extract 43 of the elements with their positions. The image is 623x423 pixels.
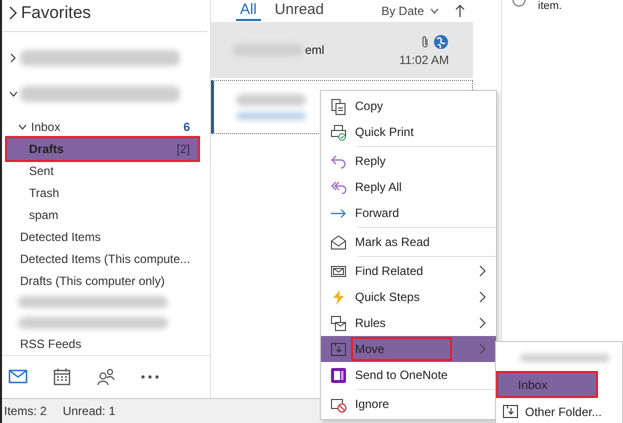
folder-item[interactable]: RSS Feeds bbox=[18, 333, 198, 355]
menu-item[interactable]: Find Related bbox=[321, 258, 496, 284]
item-count: Items: 2 bbox=[4, 404, 47, 418]
menu-item[interactable]: Reply bbox=[321, 148, 496, 174]
arrow-up-icon[interactable] bbox=[455, 4, 465, 18]
reply-icon bbox=[330, 152, 347, 170]
message-item[interactable]: eml 11:02 AM bbox=[211, 22, 473, 78]
reply-all-icon bbox=[330, 178, 347, 196]
favorites-heading[interactable]: Favorites bbox=[21, 3, 91, 23]
copy-icon bbox=[330, 98, 347, 114]
menu-item[interactable]: Ignore bbox=[321, 391, 496, 417]
menu-item[interactable]: Rules bbox=[321, 310, 496, 336]
folder-item[interactable]: Detected Items (This compute... bbox=[18, 248, 198, 270]
blurred-text bbox=[236, 94, 306, 106]
folder-item[interactable]: Drafts (This computer only) bbox=[18, 270, 198, 292]
menu-item[interactable]: Reply All bbox=[321, 174, 496, 200]
rules-icon bbox=[330, 314, 347, 332]
message-subject: eml bbox=[305, 43, 324, 57]
info-text: item. bbox=[537, 0, 562, 12]
menu-item[interactable]: Other Folder... bbox=[496, 398, 622, 423]
folder-item[interactable]: Inbox 6 bbox=[29, 116, 198, 138]
chevron-down-icon[interactable] bbox=[430, 8, 439, 14]
folder-item[interactable]: Detected Items bbox=[18, 226, 198, 248]
menu-item[interactable]: Forward bbox=[321, 200, 496, 226]
menu-item[interactable]: Quick Print bbox=[321, 119, 496, 145]
unread-count: Unread: 1 bbox=[62, 404, 116, 418]
lightning-icon bbox=[330, 288, 347, 306]
notebook-icon bbox=[330, 366, 347, 384]
menu-item[interactable]: Send to OneNote bbox=[321, 362, 496, 388]
menu-item[interactable]: Quick Steps bbox=[321, 284, 496, 310]
folder-item[interactable]: spam bbox=[27, 204, 198, 226]
menu-item[interactable]: Copy bbox=[321, 93, 496, 119]
folder-item[interactable]: Sent bbox=[27, 160, 198, 182]
printer-icon bbox=[330, 124, 347, 140]
globe-icon bbox=[433, 34, 449, 50]
folder-item[interactable]: Trash bbox=[27, 182, 198, 204]
filter-tab[interactable]: Unread bbox=[270, 1, 328, 21]
open-envelope-icon bbox=[330, 234, 347, 250]
chevron-icon[interactable] bbox=[8, 4, 18, 22]
menu-item[interactable]: Mark as Read bbox=[321, 229, 496, 255]
message-time: 11:02 AM bbox=[399, 52, 449, 66]
blurred-text bbox=[236, 112, 306, 120]
sort-dropdown[interactable]: By Date bbox=[381, 4, 424, 18]
